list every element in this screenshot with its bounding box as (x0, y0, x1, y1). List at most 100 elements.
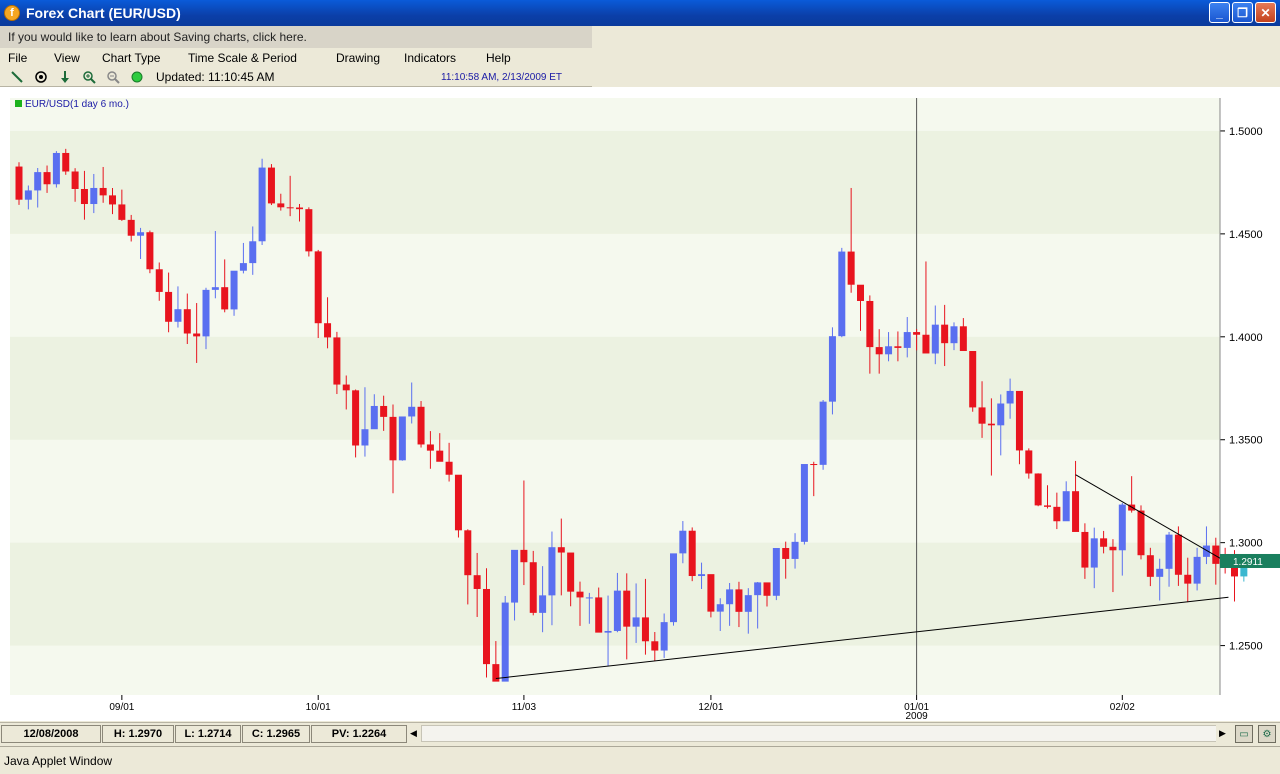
candle-body (155, 269, 163, 292)
candle-body (557, 547, 565, 553)
status-bar: 12/08/2008 H: 1.2970 L: 1.2714 C: 1.2965… (0, 722, 1280, 744)
target-icon[interactable] (32, 69, 50, 85)
menu-view[interactable]: View (46, 51, 94, 65)
candle-body (174, 309, 182, 322)
candle-body (838, 251, 846, 337)
candle-body (1072, 491, 1080, 532)
scroll-right-icon[interactable]: ▶ (1216, 725, 1229, 742)
window-tile-icon[interactable]: ▭ (1235, 725, 1253, 743)
candle-body (249, 241, 257, 264)
down-arrow-icon[interactable] (56, 69, 74, 85)
candle-body (679, 530, 687, 554)
status-date: 12/08/2008 (1, 724, 101, 743)
candle-body (342, 384, 350, 391)
candle-body (959, 326, 967, 352)
candle-body (1025, 450, 1033, 474)
candle-body (632, 617, 640, 627)
saving-charts-info-link[interactable]: If you would like to learn about Saving … (0, 26, 592, 48)
candle-body (1006, 390, 1014, 404)
candle-body (819, 401, 827, 465)
candle-body (146, 232, 154, 270)
candle-body (800, 464, 808, 542)
candle-body (454, 474, 462, 531)
candle-body (62, 152, 70, 172)
zoom-in-icon[interactable] (80, 69, 98, 85)
candle-body (501, 602, 509, 682)
candle-body (15, 166, 23, 200)
candle-body (464, 530, 472, 576)
price-band (10, 336, 1220, 440)
candle-body (202, 289, 210, 337)
candle-body (389, 416, 397, 461)
app-logo-icon: f (4, 5, 20, 21)
candle-body (211, 287, 219, 290)
draw-line-icon[interactable] (8, 69, 26, 85)
candle-body (1053, 506, 1061, 522)
candle-body (1137, 510, 1145, 556)
menu-indicators[interactable]: Indicators (396, 51, 478, 65)
zoom-out-icon[interactable] (104, 69, 122, 85)
candle-body (707, 574, 715, 612)
candle-body (885, 346, 893, 355)
candle-body (165, 291, 173, 322)
candle-body (539, 595, 547, 613)
candle-body (193, 333, 201, 337)
candle-body (941, 324, 949, 344)
menu-time-scale-period[interactable]: Time Scale & Period (180, 51, 328, 65)
candle-body (651, 641, 659, 651)
candle-body (352, 390, 360, 446)
candle-body (595, 597, 603, 633)
candle-body (314, 251, 322, 324)
candle-body (1231, 567, 1238, 577)
candle-body (483, 588, 490, 665)
candle-body (1193, 556, 1201, 584)
candle-body (1118, 504, 1126, 551)
candle-body (492, 664, 500, 682)
menu-file[interactable]: File (0, 51, 46, 65)
candle-body (380, 405, 388, 417)
horizontal-scrollbar[interactable] (421, 725, 1229, 742)
settings-icon[interactable]: ⚙ (1258, 725, 1276, 743)
candle-body (791, 541, 799, 559)
candle-body (1034, 473, 1042, 506)
minimize-button[interactable]: _ (1209, 2, 1230, 23)
java-applet-footer: Java Applet Window (0, 746, 1280, 774)
status-low: L: 1.2714 (175, 724, 241, 743)
candle-body (267, 167, 275, 204)
candle-body (473, 575, 481, 589)
menu-chart-type[interactable]: Chart Type (94, 51, 180, 65)
candle-body (1156, 568, 1164, 577)
window-title-bar: f Forex Chart (EUR/USD) _ ❐ ✕ (0, 0, 1280, 26)
candle-body (978, 407, 986, 424)
y-tick-label: 1.5000 (1229, 126, 1263, 138)
chart-panel[interactable]: 1.5000 1.4500 1.4000 1.3500 1.3000 1.2500 09/0… (0, 87, 1280, 722)
candle-body (361, 429, 369, 446)
close-button[interactable]: ✕ (1255, 2, 1276, 23)
restore-button[interactable]: ❐ (1232, 2, 1253, 23)
x-tick-sublabel: 2009 (905, 711, 928, 721)
candle-body (931, 324, 939, 354)
y-tick-label: 1.2500 (1229, 641, 1263, 653)
candle-body (286, 207, 294, 209)
candle-body (1062, 491, 1070, 522)
candle-body (847, 251, 855, 285)
menu-drawing[interactable]: Drawing (328, 51, 396, 65)
candle-body (511, 549, 519, 603)
candle-body (772, 548, 780, 596)
menu-help[interactable]: Help (478, 51, 519, 65)
candle-body (1174, 534, 1182, 575)
candle-body (305, 209, 313, 252)
candle-body (127, 219, 135, 236)
candle-body (34, 172, 42, 191)
scroll-left-icon[interactable]: ◀ (407, 725, 420, 742)
y-tick-label: 1.3500 (1229, 435, 1263, 447)
candle-body (922, 334, 930, 354)
y-tick-label: 1.4000 (1229, 332, 1263, 344)
candle-body (52, 152, 60, 185)
y-tick-label: 1.3000 (1229, 538, 1263, 550)
price-chart[interactable]: 1.5000 1.4500 1.4000 1.3500 1.3000 1.2500 09/0… (0, 87, 1280, 722)
candle-body (950, 326, 958, 344)
candle-body (660, 622, 668, 651)
candle-body (24, 190, 32, 200)
x-tick-label: 10/01 (306, 702, 331, 713)
